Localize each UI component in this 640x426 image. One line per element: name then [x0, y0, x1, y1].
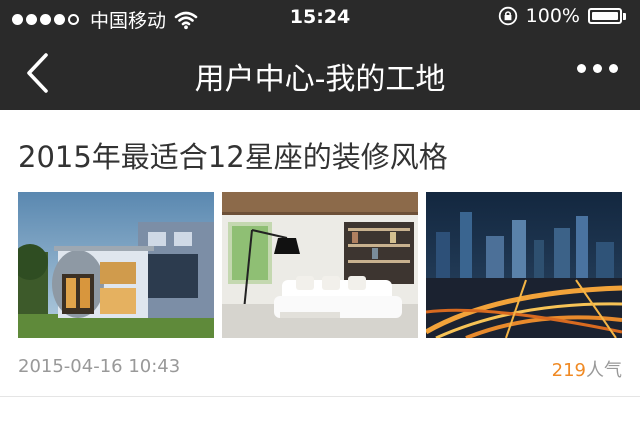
- battery-icon: [588, 7, 628, 25]
- page-title: 用户中心-我的工地: [194, 62, 446, 97]
- status-bar: 中国移动 15:24 100%: [0, 0, 640, 36]
- modern-villa-photo[interactable]: [18, 192, 214, 338]
- city-night-aerial-photo[interactable]: [426, 192, 622, 338]
- article-title[interactable]: 2015年最适合12星座的装修风格: [18, 140, 622, 176]
- white-living-room-photo[interactable]: [222, 192, 418, 338]
- article-thumbnails: [18, 192, 622, 338]
- rotation-lock-icon: [498, 6, 517, 26]
- article-meta: 2015-04-16 10:43 219人气: [18, 356, 622, 386]
- more-dot-icon: [593, 64, 602, 73]
- more-dot-icon: [609, 64, 618, 73]
- nav-bar: 用户中心-我的工地: [0, 36, 640, 110]
- publish-date: 2015-04-16 10:43: [18, 356, 181, 377]
- battery-percentage: 100%: [525, 5, 580, 27]
- status-right: 100%: [498, 5, 628, 27]
- battery-body: [588, 8, 622, 24]
- views-number: 219: [551, 360, 586, 381]
- views-label: 人气: [586, 360, 622, 381]
- divider: [0, 396, 640, 397]
- more-dot-icon: [577, 64, 586, 73]
- top-bar: 中国移动 15:24 100% 用户中心-我的工地: [0, 0, 640, 110]
- article-card[interactable]: 2015年最适合12星座的装修风格 2015-04-16 10:43 219人气: [0, 140, 640, 386]
- battery-fill: [592, 12, 618, 20]
- more-button[interactable]: [570, 64, 618, 73]
- views-count: 219人气: [552, 356, 622, 382]
- battery-tip: [623, 12, 626, 20]
